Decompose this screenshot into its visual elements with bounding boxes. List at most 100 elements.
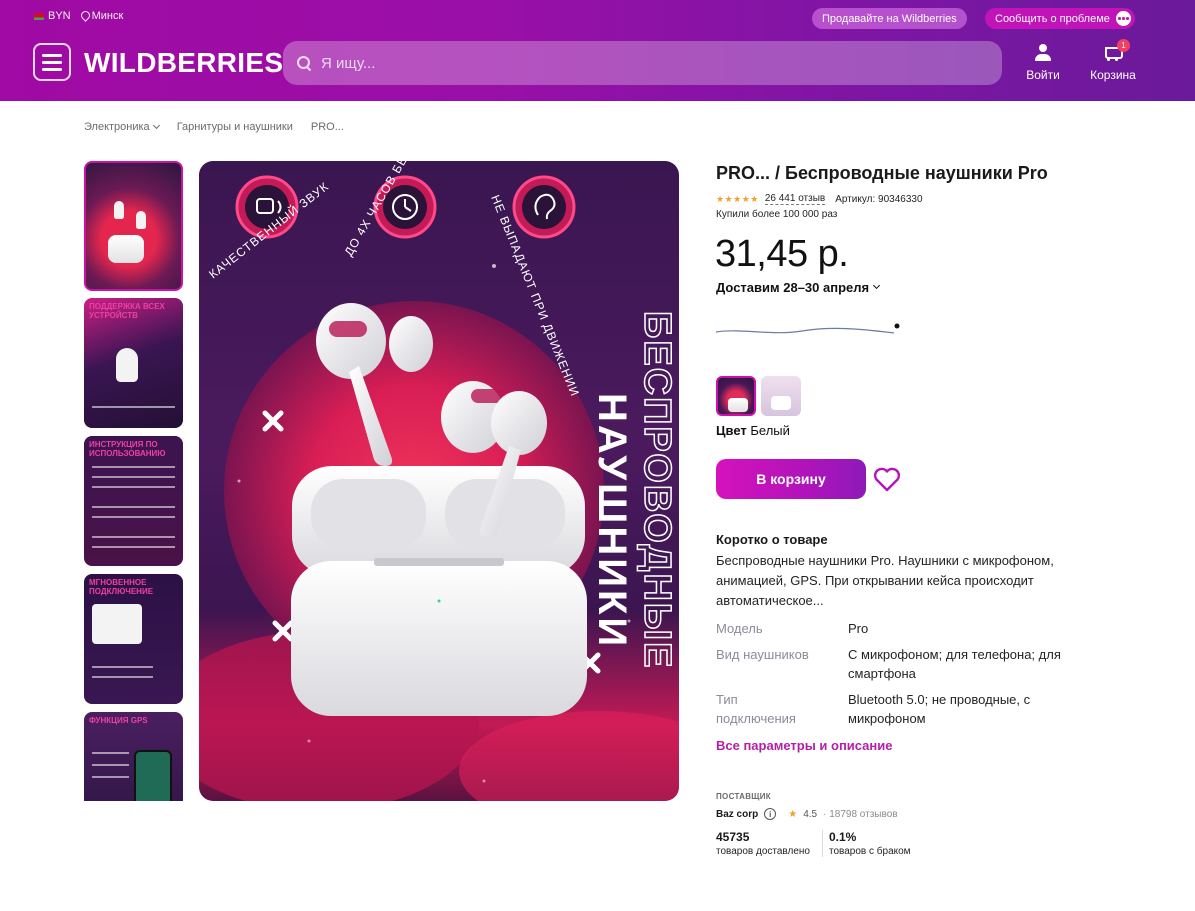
product-illustration: КАЧЕСТВЕННЫЙ ЗВУК ДО 4Х ЧАСОВ БЕЗ ПОДЗАР… [199, 161, 679, 801]
earbud-image [114, 201, 124, 219]
feature-icon-ear [512, 175, 576, 239]
supplier-rating: 4.5 [803, 808, 818, 820]
sell-on-wildberries-button[interactable]: Продавайте на Wildberries [812, 8, 967, 29]
delivered-count: 45735 [716, 830, 750, 844]
color-variant-1[interactable] [716, 376, 756, 416]
text-line [92, 516, 175, 518]
breadcrumb-label: Электроника [84, 121, 150, 133]
text-line [92, 776, 129, 778]
site-header: BYN Минск Продавайте на Wildberries Сооб… [0, 0, 1195, 101]
cart-count-badge: 1 [1117, 39, 1130, 52]
breadcrumb-item[interactable]: Электроника [84, 121, 160, 133]
text-line [92, 764, 129, 766]
color-row: Цвет Белый [716, 423, 790, 438]
purchase-count: Купили более 100 000 раз [716, 209, 838, 220]
defect-stat: 0.1% товаров с браком [822, 830, 911, 857]
cart-button[interactable]: Корзина [1088, 44, 1138, 82]
text-line [92, 546, 175, 548]
thumbnail-4[interactable]: МГНОВЕННОЕ ПОДКЛЮЧЕНИЕ [84, 574, 183, 704]
param-key: Тип подключения [716, 692, 796, 726]
flag-icon [34, 12, 44, 20]
user-icon [1034, 44, 1052, 62]
topbar: BYN Минск [34, 10, 123, 22]
city-label: Минск [91, 10, 124, 22]
text-line [92, 506, 175, 508]
thumbnail-5[interactable]: ФУНКЦИЯ GPS [84, 712, 183, 801]
search-input[interactable] [321, 54, 921, 72]
earbuds-case-image [771, 396, 791, 410]
param-row: Тип подключения Bluetooth 5.0; не провод… [716, 690, 1096, 728]
logo[interactable]: WILDBERRIES [84, 47, 283, 79]
earbuds-case-image [728, 398, 748, 412]
earbud-image [116, 348, 138, 382]
supplier-label: ПОСТАВЩИК [716, 792, 771, 801]
param-key: Модель [716, 621, 763, 636]
feature-row [92, 406, 175, 408]
thumbnail-1[interactable] [84, 161, 183, 291]
supplier-stats: 45735 товаров доставлено 0.1% товаров с … [716, 830, 911, 857]
breadcrumb: Электроника Гарнитуры и наушники PRO... [84, 121, 344, 133]
thumbnail-3[interactable]: ИНСТРУКЦИЯ ПО ИСПОЛЬЗОВАНИЮ [84, 436, 183, 566]
color-value: Белый [750, 423, 790, 438]
background-blob [459, 711, 679, 801]
heart-icon[interactable] [872, 464, 902, 494]
color-variant-2[interactable] [761, 376, 801, 416]
menu-button[interactable] [33, 43, 71, 81]
product-title: PRO... / Беспроводные наушники Pro [716, 163, 1048, 183]
delivery-info[interactable]: Доставим 28–30 апреля [716, 280, 881, 295]
delivered-stat: 45735 товаров доставлено [716, 830, 810, 857]
chevron-down-icon [873, 281, 881, 290]
city-selector[interactable]: Минск [81, 10, 124, 22]
breadcrumb-item[interactable]: PRO... [311, 121, 344, 133]
rating-row: ★★★★★ 26 441 отзыв Артикул: 90346330 [716, 193, 923, 205]
short-description-title: Коротко о товаре [716, 532, 828, 547]
search-icon[interactable] [297, 56, 311, 70]
param-key: Вид наушников [716, 647, 809, 662]
text-line [92, 752, 129, 754]
text-line [92, 486, 175, 488]
vertical-title-outline: БЕСПРОВОДНЫЕ [636, 311, 678, 669]
thumbnail-list: ПОДДЕРЖКА ВСЕХ УСТРОЙСТВ ИНСТРУКЦИЯ ПО И… [84, 161, 183, 801]
currency-selector[interactable]: BYN [34, 10, 71, 22]
breadcrumb-item[interactable]: Гарнитуры и наушники [177, 121, 293, 133]
add-to-cart-button[interactable]: В корзину [716, 459, 866, 499]
text-line [92, 536, 175, 538]
earbuds-case-image [108, 235, 144, 263]
burger-line [42, 67, 62, 71]
report-problem-button[interactable]: Сообщить о проблеме [985, 8, 1135, 29]
login-button[interactable]: Войти [1026, 44, 1060, 82]
thumbnail-caption: ФУНКЦИЯ GPS [89, 716, 148, 725]
star-icon: ★ [788, 808, 798, 820]
text-line [92, 466, 175, 468]
delivered-label: товаров доставлено [716, 846, 810, 857]
chevron-down-icon [152, 121, 160, 130]
params-table: Модель Pro Вид наушников С микрофоном; д… [716, 619, 1096, 735]
param-row: Вид наушников С микрофоном; для телефона… [716, 645, 1096, 683]
product-price: 31,45 р. [715, 233, 849, 275]
rating-stars-icon: ★★★★★ [716, 193, 759, 204]
cart-label: Корзина [1090, 68, 1136, 82]
thumbnail-caption: МГНОВЕННОЕ ПОДКЛЮЧЕНИЕ [89, 578, 154, 596]
text-line [92, 676, 153, 678]
location-pin-icon [81, 11, 88, 21]
thumbnail-2[interactable]: ПОДДЕРЖКА ВСЕХ УСТРОЙСТВ [84, 298, 183, 428]
sku-label[interactable]: Артикул: 90346330 [835, 194, 922, 205]
main-product-image[interactable]: КАЧЕСТВЕННЫЙ ЗВУК ДО 4Х ЧАСОВ БЕЗ ПОДЗАР… [199, 161, 679, 801]
all-params-link[interactable]: Все параметры и описание [716, 738, 893, 753]
reviews-link[interactable]: 26 441 отзыв [764, 193, 826, 205]
defect-rate: 0.1% [829, 830, 857, 844]
vertical-title: НАУШНИКИ [590, 393, 634, 649]
redacted-scribble [715, 323, 900, 334]
search-bar[interactable] [283, 41, 1002, 85]
defect-label: товаров с браком [829, 846, 911, 857]
info-icon[interactable]: i [764, 808, 777, 820]
supplier-name[interactable]: Baz corp [716, 809, 758, 820]
param-value: Bluetooth 5.0; не проводные, с микрофоно… [848, 692, 1031, 726]
thumbnail-caption: ИНСТРУКЦИЯ ПО ИСПОЛЬЗОВАНИЮ [89, 440, 166, 458]
supplier-reviews: · 18798 отзывов [823, 808, 898, 820]
color-label: Цвет [716, 423, 747, 438]
burger-line [42, 60, 62, 64]
short-description: Беспроводные наушники Pro. Наушники с ми… [716, 553, 1054, 608]
param-value: С микрофоном; для телефона; для смартфон… [848, 647, 1061, 681]
connection-popup-image [92, 604, 142, 644]
